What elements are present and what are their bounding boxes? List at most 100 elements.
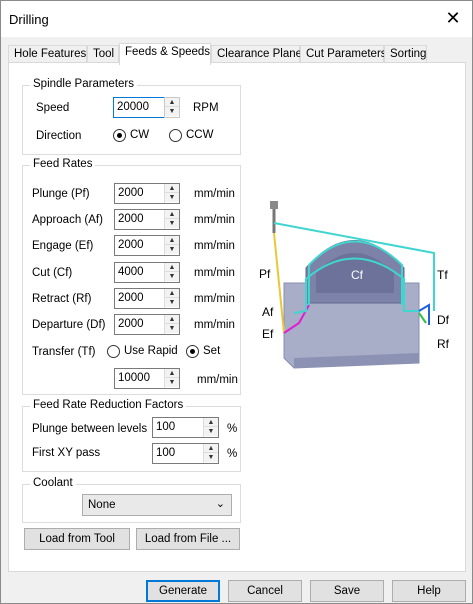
direction-label: Direction (36, 130, 82, 142)
transfer-unit: mm/min (197, 374, 238, 386)
plunge-unit: mm/min (194, 188, 235, 200)
engage-unit: mm/min (194, 240, 235, 252)
load-from-tool-button[interactable]: Load from Tool (24, 528, 130, 550)
retract-value: 2000 (118, 292, 144, 304)
plunge-value: 2000 (118, 187, 144, 199)
spin-up-icon[interactable]: ▲ (165, 210, 179, 219)
cut-label: Cut (Cf) (32, 267, 73, 279)
save-button[interactable]: Save (310, 580, 384, 602)
speed-unit: RPM (193, 102, 219, 114)
tab-panel: Spindle Parameters Speed 20000 ▲ ▼ RPM D… (8, 62, 466, 572)
spin-up-icon[interactable]: ▲ (204, 418, 218, 427)
first-xy-pass-value: 100 (156, 447, 176, 459)
generate-button[interactable]: Generate (146, 580, 220, 602)
radio-unchecked-icon (169, 129, 182, 142)
load-from-file-button[interactable]: Load from File ... (136, 528, 240, 550)
spin-down-icon[interactable]: ▼ (165, 245, 179, 254)
close-icon[interactable]: ✕ (444, 9, 462, 27)
departure-value: 2000 (118, 318, 144, 330)
use-rapid-radio[interactable]: Use Rapid (107, 345, 187, 359)
spin-up-icon[interactable]: ▲ (165, 369, 179, 378)
spindle-parameters-group: Spindle Parameters Speed 20000 ▲ ▼ RPM D… (22, 78, 241, 155)
plunge-path (273, 232, 285, 334)
reduction-factors-group: Feed Rate Reduction Factors Plunge betwe… (22, 399, 241, 472)
spin-down-icon[interactable]: ▼ (165, 219, 179, 228)
engage-label: Engage (Ef) (32, 240, 94, 252)
use-rapid-label: Use Rapid (124, 345, 178, 357)
approach-unit: mm/min (194, 214, 235, 226)
coolant-select[interactable]: None ⌄ (82, 494, 232, 516)
spin-up-icon[interactable]: ▲ (165, 289, 179, 298)
cut-value: 4000 (118, 266, 144, 278)
help-button[interactable]: Help (392, 580, 466, 602)
group-title: Spindle Parameters (30, 78, 137, 90)
spin-up-icon[interactable]: ▲ (165, 315, 179, 324)
ccw-radio[interactable]: CCW (169, 129, 219, 143)
departure-label: Departure (Df) (32, 319, 106, 331)
spin-down-icon[interactable]: ▼ (204, 427, 218, 436)
drill-tool-holder (270, 201, 278, 209)
coolant-group: Coolant None ⌄ (22, 477, 241, 523)
group-title: Feed Rates (30, 158, 96, 170)
transfer-value: 10000 (118, 372, 150, 384)
spin-down-icon[interactable]: ▼ (204, 453, 218, 462)
spin-down-icon[interactable]: ▼ (165, 324, 179, 333)
retract-label: Retract (Rf) (32, 293, 92, 305)
spin-up-icon[interactable]: ▲ (165, 236, 179, 245)
spin-down-icon[interactable]: ▼ (165, 298, 179, 307)
plunge-input[interactable]: 2000 ▲ ▼ (114, 183, 180, 204)
spin-down-icon[interactable]: ▼ (165, 272, 179, 281)
cut-unit: mm/min (194, 267, 235, 279)
spin-up-icon[interactable]: ▲ (165, 263, 179, 272)
plunge-label: Plunge (Pf) (32, 188, 90, 200)
drilling-dialog: Drilling ✕ Hole Features Tool Feeds & Sp… (0, 0, 473, 604)
cf-label: Cf (351, 268, 364, 282)
spin-up-icon[interactable]: ▲ (165, 184, 179, 193)
radio-checked-icon (186, 345, 199, 358)
speed-value: 20000 (117, 101, 149, 113)
engage-input[interactable]: 2000 ▲ ▼ (114, 235, 180, 256)
feed-rates-group: Feed Rates Plunge (Pf) 2000 ▲ ▼ mm/min Ap… (22, 158, 241, 395)
radio-unchecked-icon (107, 345, 120, 358)
transfer-input[interactable]: 10000 ▲ ▼ (114, 368, 180, 389)
ccw-label: CCW (186, 129, 214, 141)
rf-label: Rf (437, 337, 450, 351)
group-title: Feed Rate Reduction Factors (30, 399, 187, 411)
percent-unit: % (227, 448, 238, 460)
retract-unit: mm/min (194, 293, 235, 305)
feed-rate-diagram: Pf Af Ef Cf Tf Df Rf (259, 201, 450, 369)
speed-stepper[interactable]: ▲ ▼ (164, 97, 180, 118)
departure-unit: mm/min (194, 319, 235, 331)
title-bar: Drilling ✕ (1, 1, 472, 37)
set-label: Set (203, 345, 221, 357)
spin-down-icon[interactable]: ▼ (165, 107, 179, 116)
percent-unit: % (227, 423, 238, 435)
spin-up-icon[interactable]: ▲ (204, 444, 218, 453)
group-title: Coolant (30, 477, 76, 489)
spin-down-icon[interactable]: ▼ (165, 193, 179, 202)
tab-feeds-speeds[interactable]: Feeds & Speeds (119, 43, 211, 65)
cw-radio[interactable]: CW (113, 129, 163, 143)
plunge-between-levels-value: 100 (156, 421, 176, 433)
departure-input[interactable]: 2000 ▲ ▼ (114, 314, 180, 335)
spin-up-icon[interactable]: ▲ (165, 98, 179, 107)
engage-value: 2000 (118, 239, 144, 251)
plunge-between-levels-label: Plunge between levels (32, 423, 148, 435)
cw-label: CW (130, 129, 150, 141)
pf-label: Pf (259, 267, 271, 281)
cut-input[interactable]: 4000 ▲ ▼ (114, 262, 180, 283)
df-label: Df (437, 313, 450, 327)
cancel-button[interactable]: Cancel (228, 580, 302, 602)
departure-path (418, 312, 427, 324)
retract-input[interactable]: 2000 ▲ ▼ (114, 288, 180, 309)
coolant-selected-value: None (88, 499, 116, 511)
spin-down-icon[interactable]: ▼ (165, 378, 179, 387)
window-title: Drilling (9, 12, 49, 27)
radio-checked-icon (113, 129, 126, 142)
approach-input[interactable]: 2000 ▲ ▼ (114, 209, 180, 230)
plunge-between-levels-input[interactable]: 100 ▲ ▼ (152, 417, 219, 438)
set-radio[interactable]: Set (186, 345, 226, 359)
first-xy-pass-label: First XY pass (32, 447, 101, 459)
first-xy-pass-input[interactable]: 100 ▲ ▼ (152, 443, 219, 464)
approach-label: Approach (Af) (32, 214, 103, 226)
